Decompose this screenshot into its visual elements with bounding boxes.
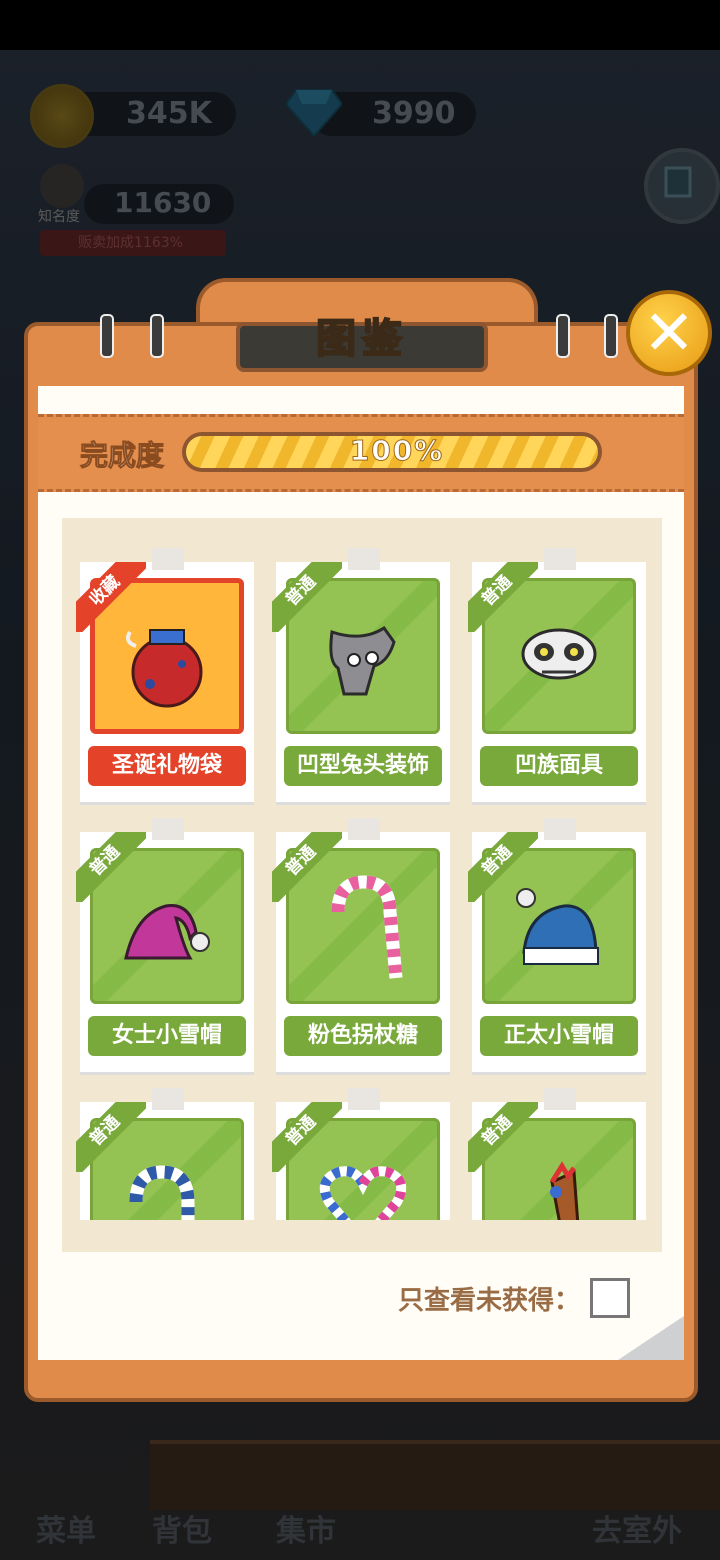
tape-pin: [544, 1088, 576, 1110]
rarity-label: 普通: [468, 1102, 538, 1172]
status-bar: [0, 0, 720, 50]
collection-card[interactable]: 普通凹型兔头装饰: [272, 548, 450, 802]
binder-ring-icon: [100, 314, 114, 358]
binder-ring-icon: [556, 314, 570, 358]
rarity-ribbon: 收藏: [76, 562, 146, 632]
rarity-ribbon: 普通: [76, 832, 146, 902]
rarity-ribbon: 普通: [468, 562, 538, 632]
tape-pin: [348, 818, 380, 840]
tape-pin: [348, 548, 380, 570]
progress-label: 完成度: [79, 439, 165, 473]
collection-card[interactable]: 普通: [272, 1088, 450, 1220]
tape-pin: [152, 1088, 184, 1110]
item-name: 女士小雪帽: [88, 1016, 246, 1056]
item-name: 粉色拐杖糖: [284, 1016, 442, 1056]
tape-pin: [544, 818, 576, 840]
filter-label: 只查看未获得：: [398, 1286, 581, 1316]
rarity-label: 普通: [468, 562, 538, 632]
item-grid[interactable]: 收藏 圣诞礼物袋 普通 凹型兔头装饰 普通 凹族面具 普通 女士小雪帽 普通 粉色拐杖糖 普通 正太小…: [62, 540, 662, 1220]
rarity-label: 普通: [468, 832, 538, 902]
rarity-ribbon: 普通: [468, 832, 538, 902]
collection-card[interactable]: 普通: [468, 1088, 646, 1220]
page-curl: [618, 1316, 684, 1360]
rarity-label: 普通: [272, 832, 342, 902]
tape-pin: [152, 818, 184, 840]
close-icon: ✕: [643, 296, 695, 369]
progress-value: 100%: [349, 434, 445, 468]
collection-card[interactable]: 普通凹族面具: [468, 548, 646, 802]
close-button[interactable]: ✕: [626, 290, 712, 376]
rarity-label: 普通: [76, 832, 146, 902]
tape-pin: [544, 548, 576, 570]
collection-card[interactable]: 普通女士小雪帽: [76, 818, 254, 1072]
unobtained-only-checkbox[interactable]: [590, 1278, 630, 1318]
item-name: 圣诞礼物袋: [88, 746, 246, 786]
rarity-label: 普通: [76, 1102, 146, 1172]
rarity-ribbon: 普通: [272, 1102, 342, 1172]
rarity-ribbon: 普通: [468, 1102, 538, 1172]
item-name: 凹型兔头装饰: [284, 746, 442, 786]
item-name: 凹族面具: [480, 746, 638, 786]
rarity-label: 普通: [272, 1102, 342, 1172]
tape-pin: [152, 548, 184, 570]
rarity-label: 普通: [272, 562, 342, 632]
rarity-label: 收藏: [76, 562, 146, 632]
collection-card[interactable]: 收藏圣诞礼物袋: [76, 548, 254, 802]
rarity-ribbon: 普通: [272, 562, 342, 632]
collection-card[interactable]: 普通正太小雪帽: [468, 818, 646, 1072]
rarity-ribbon: 普通: [76, 1102, 146, 1172]
collection-card[interactable]: 普通粉色拐杖糖: [272, 818, 450, 1072]
binder-ring-icon: [604, 314, 618, 358]
binder-ring-icon: [150, 314, 164, 358]
modal-title: 图鉴: [315, 315, 408, 363]
tape-pin: [348, 1088, 380, 1110]
collection-card[interactable]: 普通: [76, 1088, 254, 1220]
rarity-ribbon: 普通: [272, 832, 342, 902]
item-name: 正太小雪帽: [480, 1016, 638, 1056]
